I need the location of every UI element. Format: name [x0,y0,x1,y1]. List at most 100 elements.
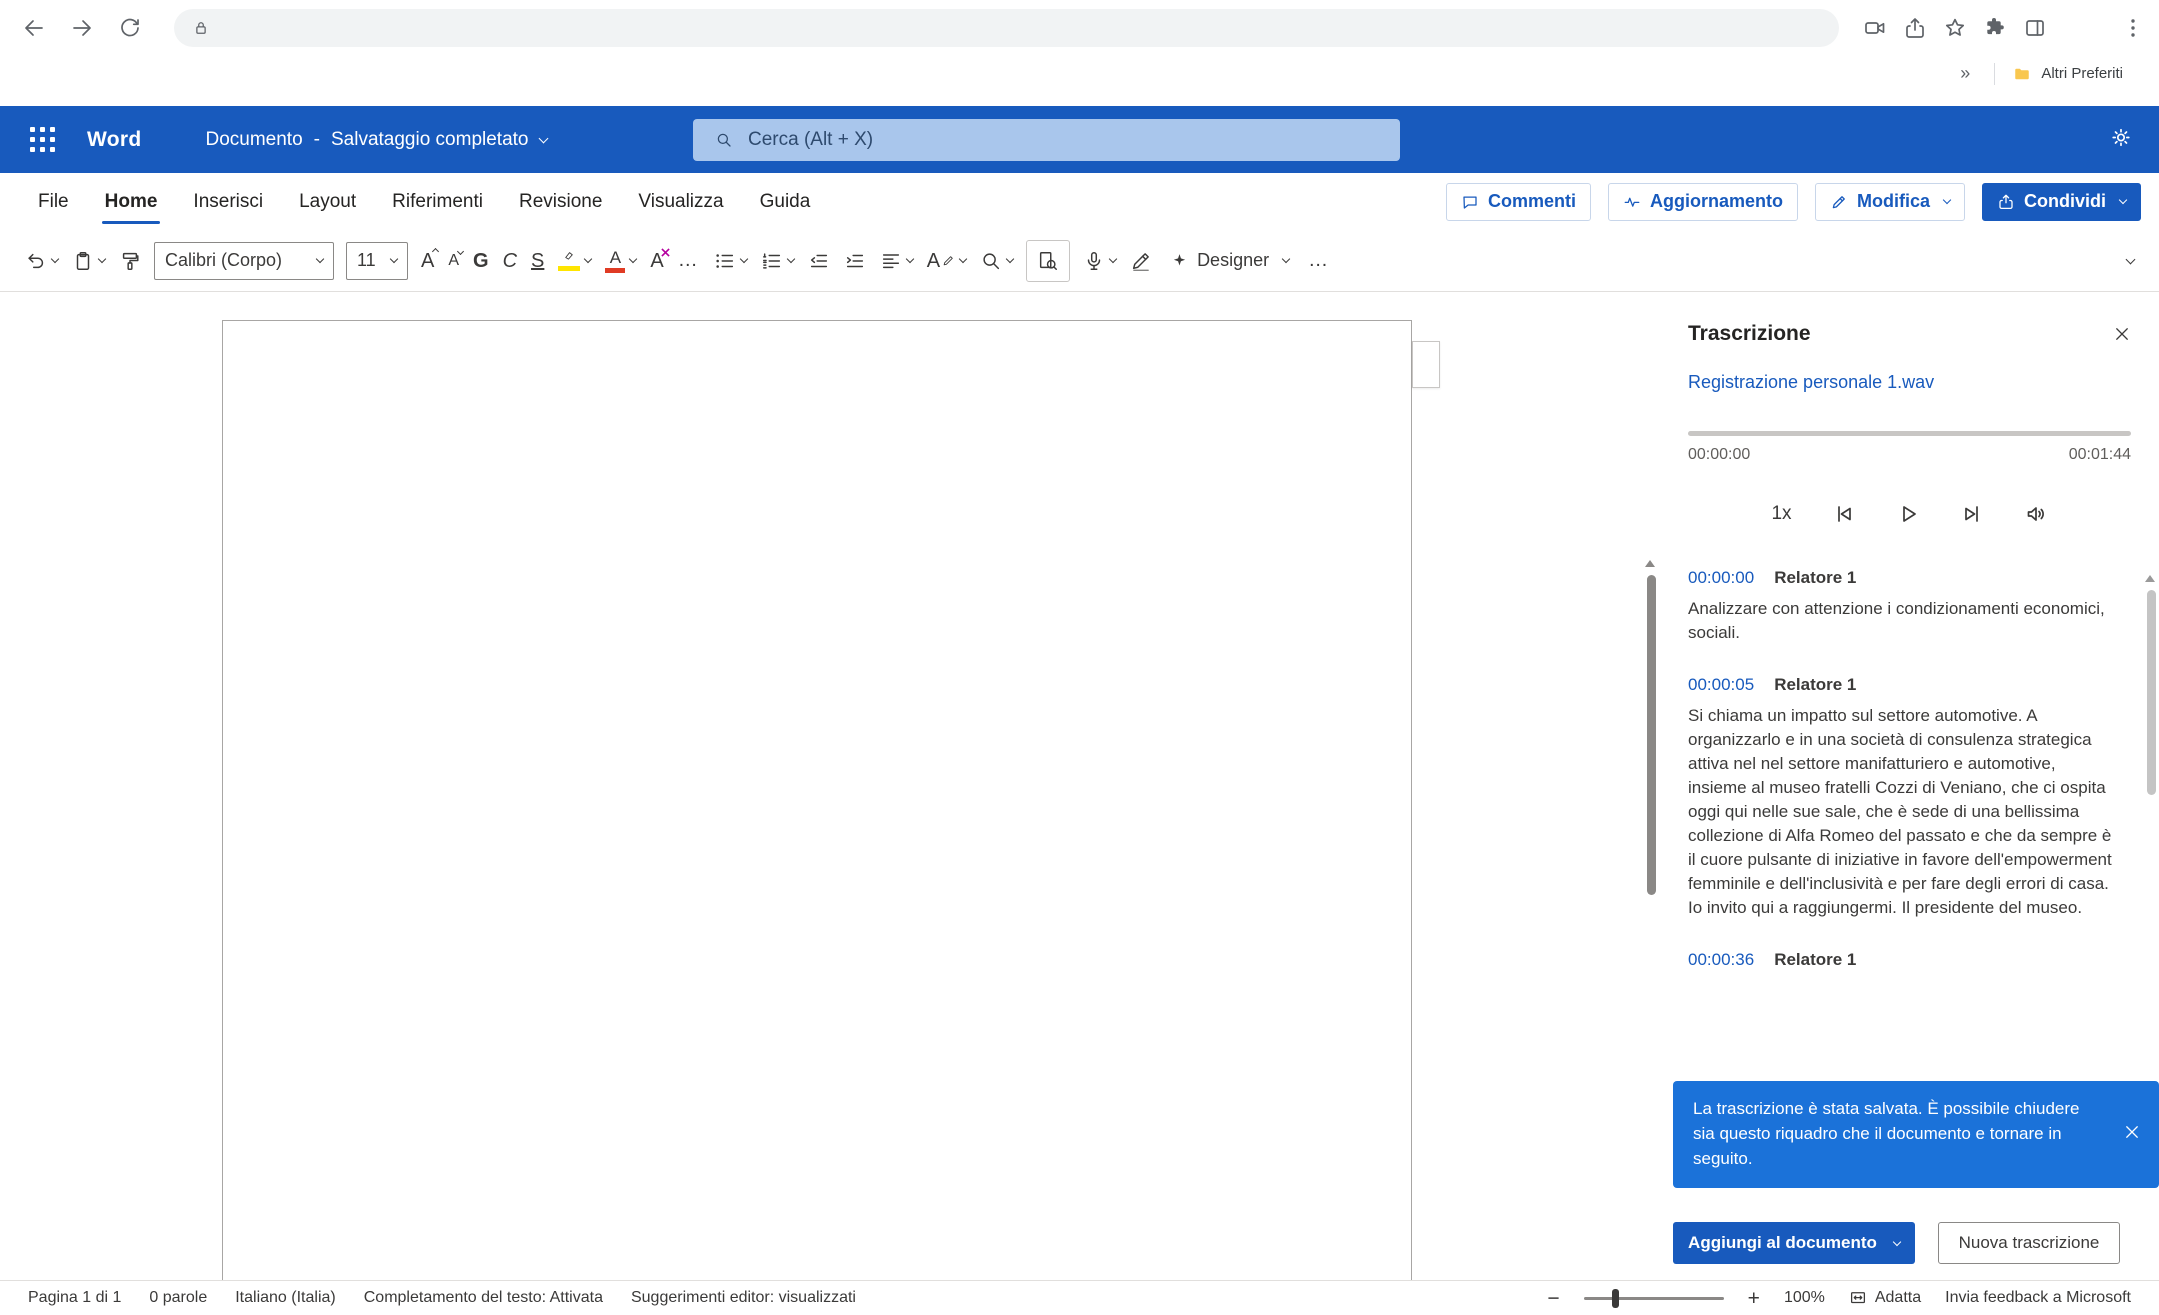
bold-button[interactable]: G [466,240,496,282]
more-options-button-1[interactable]: … [671,240,707,282]
styles-button[interactable]: A [920,240,973,282]
mode-dropdown-button[interactable]: Modifica [1815,183,1965,221]
browser-toolbar [0,0,2159,55]
panel-scrollbar[interactable] [2147,590,2156,795]
underline-button[interactable]: S [524,240,551,282]
zoom-slider[interactable] [1584,1297,1724,1300]
decrease-indent-button[interactable] [801,240,837,282]
editor-button[interactable] [1123,240,1159,282]
font-color-button[interactable]: A [598,240,643,282]
tab-revisione[interactable]: Revisione [501,173,620,230]
address-bar[interactable] [174,9,1839,47]
scroll-up-arrow[interactable] [1645,560,1655,567]
shrink-font-button[interactable]: A [441,240,466,282]
font-size-select[interactable]: 11 [346,242,408,280]
increase-indent-button[interactable] [837,240,873,282]
playback-speed-button[interactable]: 1x [1771,503,1791,525]
grow-font-button[interactable]: A [414,240,441,282]
alignment-button[interactable] [873,240,920,282]
entry-timestamp[interactable]: 00:00:05 [1688,675,1754,695]
highlighter-icon [559,251,579,264]
ribbon-tab-bar: File Home Inserisci Layout Riferimenti R… [0,173,2159,230]
zoom-in-button[interactable]: + [1748,1288,1760,1309]
zoom-out-button[interactable]: − [1547,1288,1559,1309]
editor-suggestions-status[interactable]: Suggerimenti editor: visualizzati [631,1289,856,1307]
back-button[interactable] [14,8,54,48]
undo-button[interactable] [18,240,65,282]
audio-file-link[interactable]: Registrazione personale 1.wav [1688,372,2131,393]
comment-icon [1461,193,1479,211]
reload-button[interactable] [110,8,150,48]
app-launcher-icon[interactable] [24,121,61,158]
transcript-entry[interactable]: 00:00:05 Relatore 1 Si chiama un impatto… [1688,675,2131,920]
play-icon[interactable] [1896,502,1920,526]
share-icon[interactable] [1903,16,1927,40]
tab-inserisci[interactable]: Inserisci [175,173,281,230]
video-camera-icon[interactable] [1863,16,1887,40]
extensions-icon[interactable] [1983,16,2007,40]
search-input[interactable]: Cerca (Alt + X) [693,119,1400,161]
bookmark-star-icon[interactable] [1943,16,1967,40]
panel-scroll-up-arrow[interactable] [2145,575,2155,582]
tab-home[interactable]: Home [87,173,176,230]
document-title-group[interactable]: Documento - Salvataggio completato [205,129,546,151]
app-name[interactable]: Word [87,128,141,152]
entry-timestamp[interactable]: 00:00:36 [1688,950,1754,970]
updates-button[interactable]: Aggiornamento [1608,183,1798,221]
audio-progress-bar[interactable] [1688,431,2131,436]
more-options-button-2[interactable]: … [1301,240,1337,282]
toast-close-button[interactable] [2123,1123,2141,1141]
word-count[interactable]: 0 parole [149,1289,207,1307]
fit-to-page-button[interactable]: Adatta [1849,1289,1921,1307]
browser-menu-icon[interactable] [2121,16,2145,40]
highlight-button[interactable] [551,240,598,282]
transcript-entry[interactable]: 00:00:36 Relatore 1 [1688,950,2131,970]
tab-file[interactable]: File [20,173,87,230]
dictate-button[interactable] [1076,240,1123,282]
bullets-button[interactable] [707,240,754,282]
chevron-down-icon [905,255,913,263]
designer-button[interactable]: Designer [1159,240,1301,282]
forward-button[interactable] [62,8,102,48]
document-scrollbar[interactable] [1647,575,1656,895]
paste-button[interactable] [65,240,112,282]
bookmarks-folder-label[interactable]: Altri Preferiti [2041,65,2123,82]
entry-speaker: Relatore 1 [1774,675,1856,695]
skip-forward-icon[interactable] [1960,502,1984,526]
skip-back-icon[interactable] [1832,502,1856,526]
tab-riferimenti[interactable]: Riferimenti [374,173,501,230]
font-name-select[interactable]: Calibri (Corpo) [154,242,334,280]
share-button[interactable]: Condividi [1982,183,2141,221]
format-painter-button[interactable] [112,240,148,282]
text-completion-status[interactable]: Completamento del testo: Attivata [364,1289,603,1307]
entry-timestamp[interactable]: 00:00:00 [1688,568,1754,588]
tab-layout[interactable]: Layout [281,173,374,230]
bookmarks-overflow-button[interactable]: » [1954,63,1976,84]
tab-visualizza[interactable]: Visualizza [620,173,741,230]
close-panel-button[interactable] [2113,325,2131,343]
comment-anchor-box[interactable] [1412,341,1440,388]
bold-letter: G [473,251,489,271]
document-canvas[interactable] [0,292,1659,1280]
italic-button[interactable]: C [496,240,524,282]
new-transcription-button[interactable]: Nuova trascrizione [1938,1222,2120,1264]
zoom-slider-thumb[interactable] [1612,1289,1619,1308]
transcript-entry[interactable]: 00:00:00 Relatore 1 Analizzare con atten… [1688,568,2131,645]
clear-formatting-button[interactable]: A [643,240,670,282]
numbering-button[interactable] [754,240,801,282]
collapse-ribbon-button[interactable] [2120,240,2141,282]
tab-label: Layout [299,191,356,213]
settings-button[interactable] [2109,125,2133,154]
feedback-link[interactable]: Invia feedback a Microsoft [1945,1289,2131,1307]
zoom-level[interactable]: 100% [1784,1289,1825,1307]
find-button[interactable] [973,240,1020,282]
language-selector[interactable]: Italiano (Italia) [235,1289,336,1307]
add-to-document-button[interactable]: Aggiungi al documento [1673,1222,1915,1264]
immersive-reader-button[interactable] [1026,240,1070,282]
tab-guida[interactable]: Guida [742,173,829,230]
volume-icon[interactable] [2024,502,2048,526]
comments-button[interactable]: Commenti [1446,183,1591,221]
page-count[interactable]: Pagina 1 di 1 [28,1289,121,1307]
side-panel-icon[interactable] [2023,16,2047,40]
document-page[interactable] [222,320,1412,1280]
